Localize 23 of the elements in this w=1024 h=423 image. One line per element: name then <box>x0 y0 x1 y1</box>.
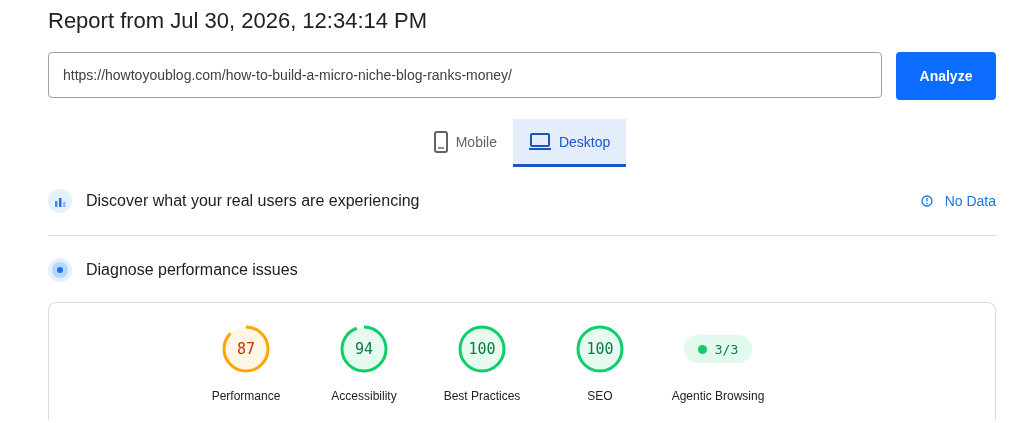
score-label: Agentic Browsing <box>671 389 765 403</box>
score-value: 87 <box>236 341 256 357</box>
device-tab[interactable]: Mobile <box>417 119 513 167</box>
laptop-icon <box>528 132 551 151</box>
badge-value: 3/3 <box>714 341 739 357</box>
score-label: SEO <box>587 389 613 403</box>
url-field[interactable]: https://howtoyoublog.com/how-to-build-a-micro-niche-blog-ranks-money/ <box>48 52 882 98</box>
score-value: 100 <box>586 341 614 357</box>
phone-icon <box>433 130 448 153</box>
section-heading: Diagnose performance issues <box>86 261 299 279</box>
device-tab[interactable]: Desktop <box>512 119 627 167</box>
analyze-button[interactable]: Analyze <box>896 52 996 100</box>
score-value: 94 <box>354 341 374 357</box>
score-value: 100 <box>468 341 496 357</box>
section-heading: Discover what your real users are experiencing <box>86 192 421 210</box>
report-title: Report from Jul 30, 2026, 12:34:14 PM <box>48 7 429 35</box>
score-label: Accessibility <box>331 389 397 403</box>
chart-icon <box>48 189 72 213</box>
radar-icon <box>48 258 72 282</box>
score-label: Performance <box>211 389 281 403</box>
info-icon <box>920 195 933 207</box>
no-data-text: No Data <box>944 193 996 209</box>
score-label: Best Practices <box>443 389 521 403</box>
